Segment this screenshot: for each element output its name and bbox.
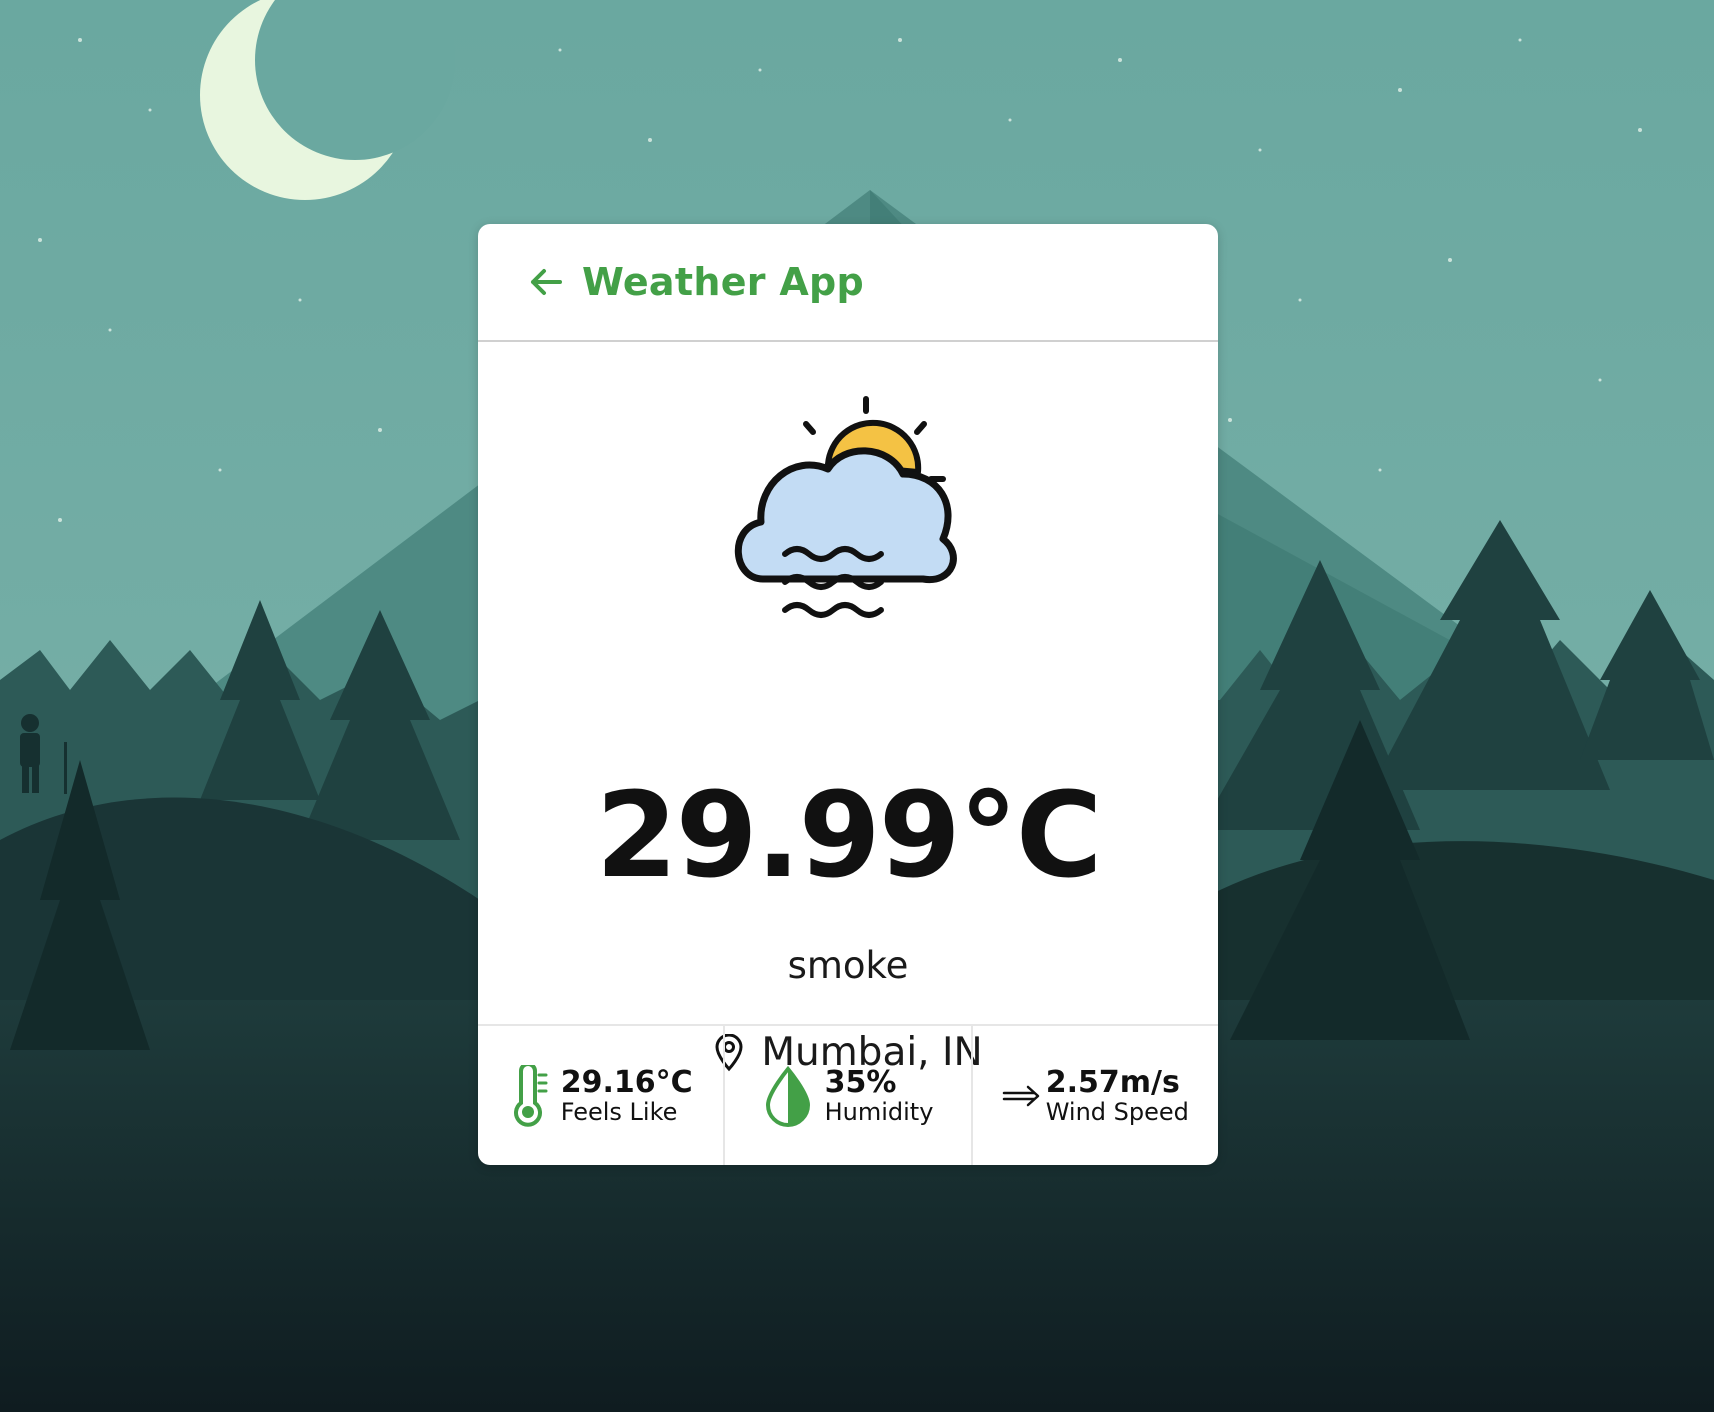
cloud-sun-fog-icon <box>734 396 957 618</box>
humidity-label: Humidity <box>824 1097 934 1126</box>
weather-card: Weather App 29.99°C smoke Mumbai, IN 29.… <box>478 224 1218 1165</box>
wind-arrow-icon <box>1002 1085 1039 1106</box>
weather-description: smoke <box>787 944 909 987</box>
wind-speed-label: Wind Speed <box>1045 1097 1189 1126</box>
arrow-left-icon <box>531 269 562 295</box>
back-button[interactable] <box>524 260 568 304</box>
wind-speed-value: 2.57m/s <box>1045 1064 1180 1100</box>
weather-main: 29.99°C smoke Mumbai, IN <box>478 342 1218 1075</box>
feels-like-stat: 29.16°C Feels Like <box>478 1026 726 1165</box>
app-title: Weather App <box>582 260 865 304</box>
humidity-value: 35% <box>824 1064 897 1100</box>
card-header: Weather App <box>478 224 1218 342</box>
humidity-stat: 35% Humidity <box>725 1026 973 1165</box>
wind-speed-stat: 2.57m/s Wind Speed <box>973 1026 1218 1165</box>
feels-like-label: Feels Like <box>560 1097 678 1126</box>
temperature-value: 29.99°C <box>595 766 1103 904</box>
details-bar: 29.16°C Feels Like 35% Humidity 2.57m/s … <box>478 1024 1218 1165</box>
droplet-icon <box>765 1065 810 1127</box>
feels-like-value: 29.16°C <box>560 1064 693 1100</box>
thermometer-icon <box>513 1064 548 1127</box>
